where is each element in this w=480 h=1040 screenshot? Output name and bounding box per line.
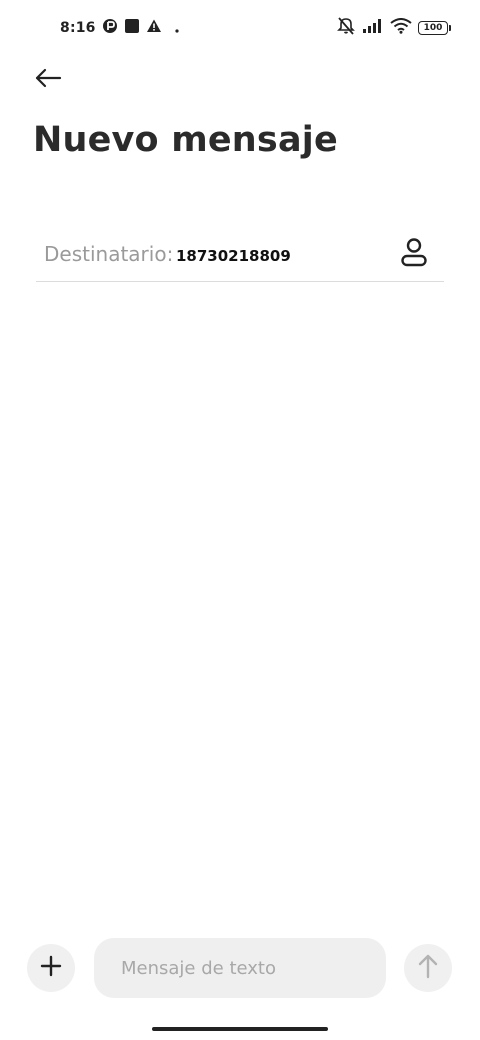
person-icon	[399, 237, 429, 271]
battery-level: 100	[423, 22, 443, 33]
home-indicator[interactable]	[152, 1027, 328, 1031]
page-title: Nuevo mensaje	[33, 120, 338, 160]
new-message-screen: 8:16 100 Nuevo mensaje Destinatario: 187…	[0, 0, 480, 1040]
status-bar-left: 8:16	[60, 18, 180, 38]
arrow-up-icon	[417, 953, 439, 983]
back-button[interactable]	[28, 62, 68, 98]
recipient-label: Destinatario:	[44, 242, 174, 266]
contact-picker-button[interactable]	[394, 236, 434, 272]
message-field	[94, 938, 386, 998]
send-button[interactable]	[404, 944, 452, 992]
status-bar: 8:16 100	[0, 0, 480, 56]
arrow-left-icon	[34, 67, 62, 93]
dot-icon	[174, 19, 180, 38]
mute-icon	[336, 17, 356, 39]
message-input[interactable]	[94, 938, 386, 998]
message-composer	[0, 936, 480, 1000]
recipient-row: Destinatario:	[36, 226, 444, 282]
status-time: 8:16	[60, 20, 96, 36]
add-attachment-button[interactable]	[27, 944, 75, 992]
status-bar-right: 100	[336, 17, 451, 39]
wifi-icon	[390, 18, 412, 38]
square-icon	[124, 18, 140, 38]
signal-icon	[362, 18, 384, 38]
recipient-input[interactable]	[176, 243, 376, 269]
plus-icon	[40, 955, 62, 981]
warning-icon	[146, 18, 162, 38]
battery-icon: 100	[418, 21, 451, 35]
app-icon	[102, 18, 118, 38]
